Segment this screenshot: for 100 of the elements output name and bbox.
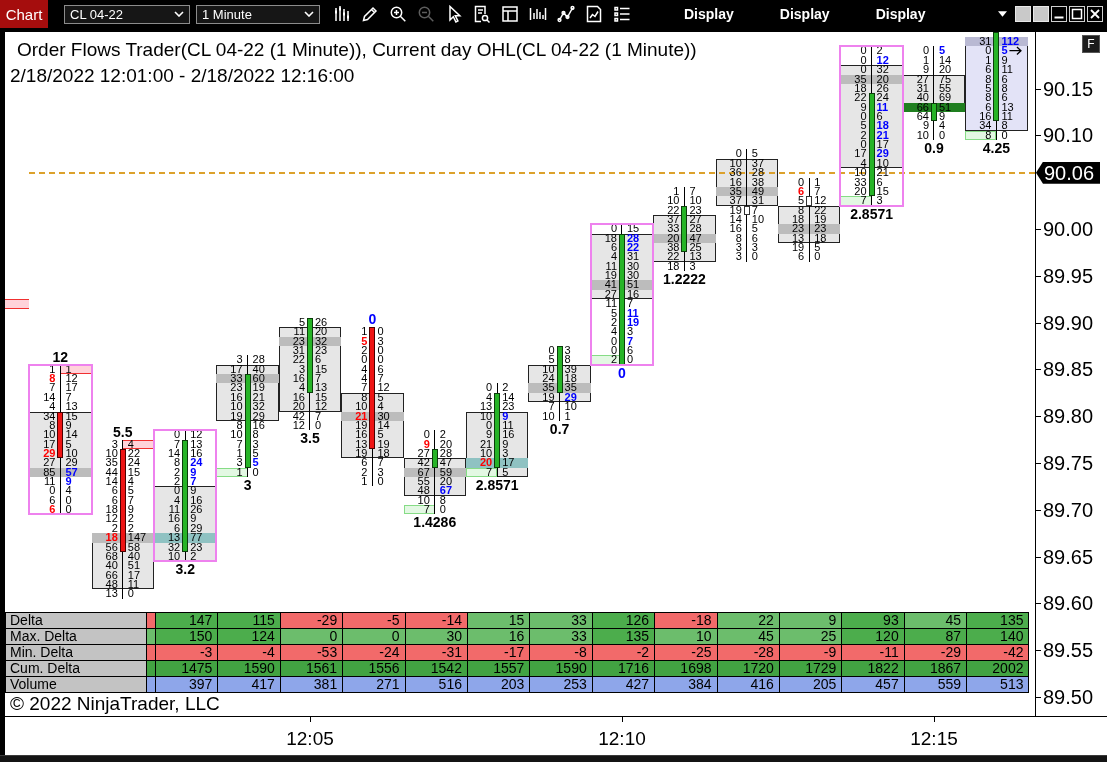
bid-volume: 8: [735, 233, 742, 244]
ask-volume: 13: [1001, 102, 1014, 112]
ask-volume: 23: [190, 542, 203, 552]
price-label: 89.95: [1043, 265, 1094, 286]
ask-volume: 27: [689, 214, 702, 225]
price-label: 89.70: [1043, 499, 1094, 520]
ask-volume: 16: [502, 430, 515, 440]
table-cell: 0: [343, 629, 406, 645]
bid-volume: 33: [854, 177, 867, 187]
chart-tab[interactable]: Chart: [0, 0, 48, 28]
list-icon[interactable]: [613, 5, 631, 23]
ask-volume: 3: [502, 448, 509, 459]
ask-volume: 0: [252, 467, 259, 478]
bid-volume: 10: [854, 168, 867, 178]
caret-icon[interactable]: [998, 11, 1007, 17]
close-icon[interactable]: [1087, 6, 1103, 22]
ask-volume: 0: [377, 477, 384, 487]
ask-volume: 7: [751, 205, 758, 215]
ask-volume: 17: [65, 383, 78, 393]
minimize-icon[interactable]: [1051, 6, 1067, 22]
bid-volume: 13: [791, 233, 805, 244]
bid-volume: 16: [729, 177, 742, 187]
table-cell: 1698: [655, 661, 718, 677]
bid-volume: 4: [49, 402, 56, 412]
bar-chart-icon[interactable]: [529, 5, 547, 23]
table-cell: 15: [467, 613, 531, 629]
ask-volume: 12: [65, 374, 78, 384]
bid-volume: 8: [985, 130, 992, 141]
ask-volume: 20: [439, 439, 453, 449]
ask-volume: 3: [564, 346, 571, 356]
chart-title: Order Flows Trader(CL 04-22 (1 Minute)), Current day OHL(CL 04-22 (1 Minute)): [17, 38, 697, 62]
zoom-in-icon[interactable]: [389, 5, 407, 23]
bid-volume: 23: [791, 224, 805, 234]
ask-volume: 77: [190, 533, 203, 543]
ask-volume: 6: [751, 233, 758, 244]
bid-volume: 20: [479, 458, 493, 468]
ask-volume: 12: [315, 402, 328, 412]
line-chart-icon[interactable]: [557, 5, 575, 23]
bid-volume: 11: [168, 505, 181, 515]
ask-volume: 20: [876, 74, 889, 84]
bid-volume: 9: [922, 65, 929, 75]
bid-volume: 4: [361, 364, 368, 375]
ask-volume: 17: [502, 458, 515, 468]
bid-volume: 8: [49, 420, 56, 431]
table-cell: 147: [156, 613, 219, 629]
bid-volume: 10: [542, 411, 555, 421]
display-menu[interactable]: Display: [779, 6, 830, 22]
table-cell: 416: [717, 677, 780, 693]
bid-volume: 5: [361, 336, 368, 346]
candlestick-icon[interactable]: [333, 5, 351, 23]
instrument-dropdown[interactable]: CL 04-22: [64, 4, 190, 24]
bid-volume: 32: [167, 542, 181, 552]
ask-volume: 0: [1001, 130, 1008, 141]
ask-volume: 20: [439, 477, 453, 487]
ask-volume: 29: [564, 392, 577, 403]
ask-volume: 12: [876, 55, 889, 66]
properties-icon[interactable]: [585, 5, 603, 23]
ask-volume: 9: [65, 420, 72, 431]
bid-volume: 23: [292, 336, 305, 346]
display-menu[interactable]: Display: [684, 6, 734, 22]
ask-volume: 16: [252, 420, 265, 431]
ask-volume: 3: [377, 336, 384, 346]
ask-volume: 8: [564, 355, 571, 365]
bid-volume: 7: [423, 505, 430, 515]
ask-volume: 112: [1001, 37, 1020, 47]
panel-icon[interactable]: [501, 5, 519, 23]
bid-volume: 23: [230, 383, 243, 393]
price-label: 90.15: [1043, 78, 1094, 99]
scrollbar[interactable]: [0, 755, 1107, 762]
bid-volume: 10: [542, 364, 555, 375]
interval-dropdown[interactable]: 1 Minute: [196, 4, 320, 24]
table-cell: 16: [467, 629, 531, 645]
table-cell: -28: [717, 645, 780, 661]
ask-volume: 1: [814, 177, 821, 187]
bid-volume: 0: [49, 486, 56, 496]
bid-volume: 8: [49, 374, 56, 384]
table-cell: -14: [405, 613, 468, 629]
bid-volume: 1: [673, 186, 680, 197]
ask-volume: 5: [252, 448, 259, 459]
f-button[interactable]: F: [1082, 35, 1100, 53]
document-search-icon[interactable]: [473, 5, 491, 23]
pencil-icon[interactable]: [361, 5, 379, 23]
display-menu[interactable]: Display: [875, 6, 926, 22]
table-cell: 45: [904, 613, 968, 629]
table-cell: 384: [655, 677, 718, 693]
bid-volume: 2: [174, 467, 181, 478]
ask-volume: 7: [190, 477, 197, 487]
price-label: 90.00: [1043, 219, 1094, 239]
bid-volume: 5: [985, 83, 992, 94]
maximize-icon[interactable]: [1069, 6, 1085, 22]
bid-volume: 1: [361, 477, 368, 487]
ask-volume: 11: [627, 308, 639, 318]
table-cell: 381: [280, 677, 344, 693]
table-cell: 33: [530, 613, 593, 629]
table-cell: 87: [904, 629, 968, 645]
ask-volume: 18: [377, 448, 390, 459]
ask-volume: 24: [876, 93, 889, 103]
ask-volume: 9: [127, 505, 134, 515]
table-cell: -42: [967, 645, 1030, 661]
bid-volume: 44: [105, 467, 118, 478]
